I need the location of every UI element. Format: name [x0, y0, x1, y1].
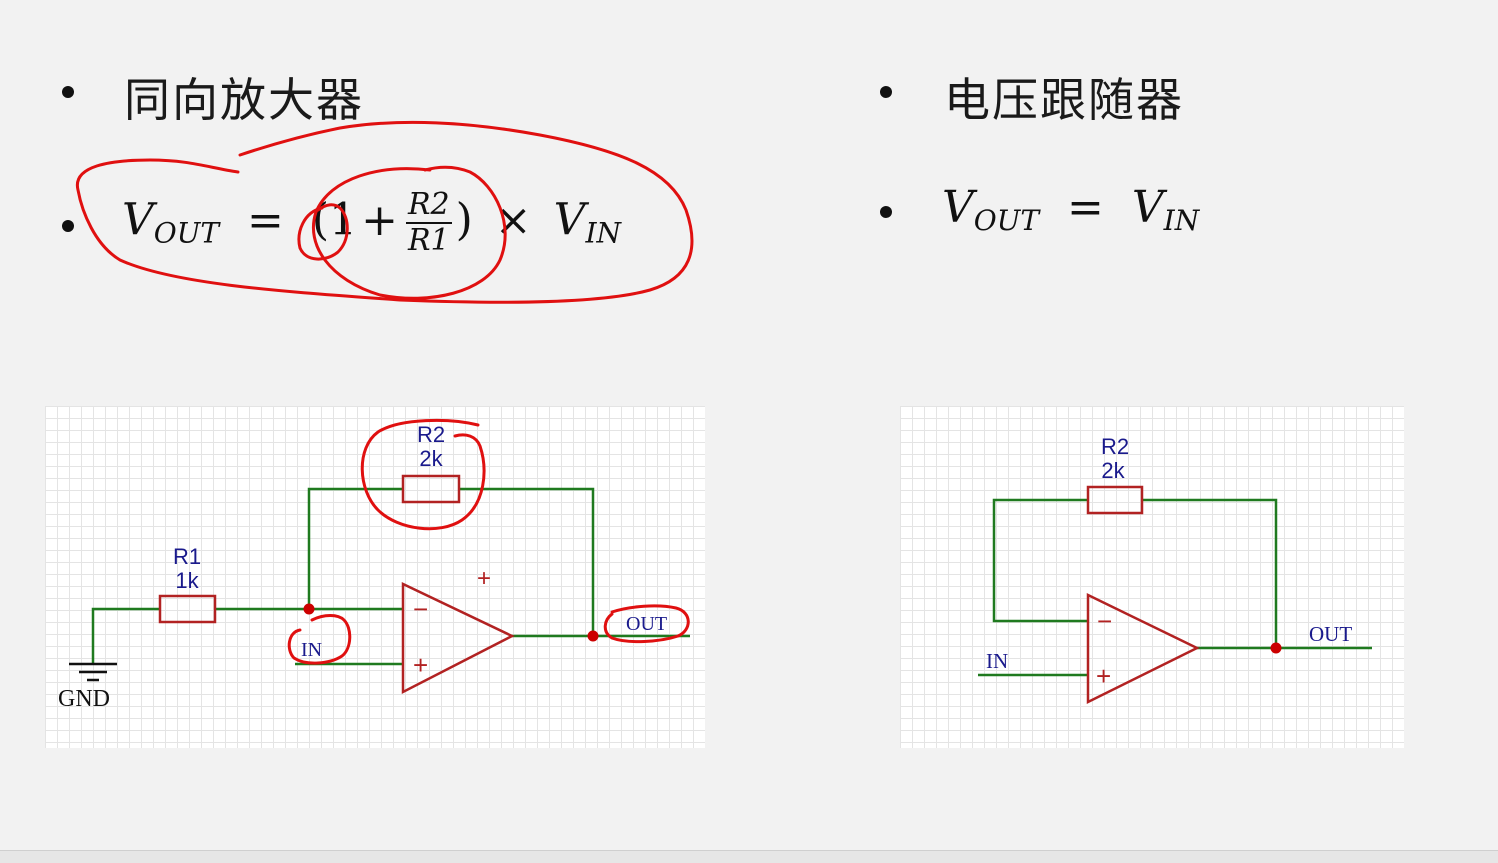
junction-node-output — [587, 630, 599, 642]
opamp-plus-label: + — [1096, 661, 1111, 691]
vin-subscript: IN — [585, 216, 622, 250]
voltage-follower-schematic: R2 2k − + IN OUT — [900, 406, 1404, 748]
wire-gnd-to-r1 — [91, 607, 160, 664]
slide: 同向放大器 VOUT = (1+ R2 R1) × VIN 电压跟随器 VOUT =… — [0, 0, 1498, 863]
r2-name: R2 — [417, 422, 445, 447]
resistor-r2 — [1086, 485, 1144, 515]
vout-subscript: OUT — [153, 216, 220, 250]
bullet-right-title — [880, 86, 892, 98]
ratio-denominator: R1 — [407, 223, 450, 258]
r2-name: R2 — [1101, 434, 1129, 459]
wire-feedback-left — [307, 487, 403, 609]
wire-feedback-right — [459, 487, 595, 636]
non-inverting-amplifier-schematic: R1 1k R2 2k − + + IN OUT GND — [45, 406, 705, 748]
opamp-minus-label: − — [413, 594, 428, 624]
right-title: 电压跟随器 — [944, 73, 1184, 127]
junction-node-output — [1270, 642, 1282, 654]
plus-sign: + — [361, 194, 398, 246]
r2-value: 2k — [419, 446, 443, 471]
gnd-label: GND — [58, 686, 110, 712]
opamp-minus-label: − — [1097, 606, 1112, 636]
vout-subscript: OUT — [973, 204, 1040, 237]
resistor-r2 — [401, 474, 461, 504]
ratio-numerator: R2 — [405, 187, 452, 224]
vin-symbol: V — [1131, 182, 1164, 233]
junction-node-minus — [303, 603, 315, 615]
open-paren: ( — [311, 194, 330, 246]
voltage-follower-circuit-svg: R2 2k − + IN OUT — [978, 434, 1372, 705]
bullet-left-title — [62, 86, 74, 98]
left-title: 同向放大器 — [124, 73, 364, 127]
equals-sign: = — [1067, 182, 1104, 233]
out-label: OUT — [626, 613, 667, 635]
r2-value: 2k — [1101, 458, 1125, 483]
non-inverting-circuit-svg: R1 1k R2 2k − + + IN OUT GND — [58, 422, 690, 712]
r1-name: R1 — [173, 544, 201, 569]
r1-value: 1k — [175, 568, 199, 593]
bullet-right-formula — [880, 206, 892, 218]
bottom-bar — [0, 850, 1498, 863]
vin-subscript: IN — [1163, 204, 1200, 237]
in-label: IN — [986, 649, 1008, 673]
resistor-r1 — [158, 594, 217, 624]
times-sign: × — [494, 194, 532, 246]
bullet-left-formula — [62, 220, 74, 232]
wire-feedback-left — [992, 498, 1088, 623]
floating-plus-mark: + — [477, 565, 491, 592]
out-label: OUT — [1309, 622, 1352, 646]
in-label: IN — [301, 639, 322, 661]
opamp-plus-label: + — [413, 650, 428, 680]
gain-one: 1 — [329, 194, 358, 246]
close-paren: ) — [455, 194, 473, 246]
vout-symbol: V — [942, 182, 974, 233]
left-formula: VOUT = (1+ R2 R1) × VIN — [122, 188, 621, 258]
resistor-ratio: R2 R1 — [405, 187, 452, 258]
vout-symbol: V — [122, 194, 154, 246]
right-formula: VOUT = VIN — [942, 182, 1199, 237]
equals-sign: = — [247, 194, 284, 246]
wire-feedback-right — [1142, 498, 1278, 648]
vin-symbol: V — [553, 194, 586, 246]
